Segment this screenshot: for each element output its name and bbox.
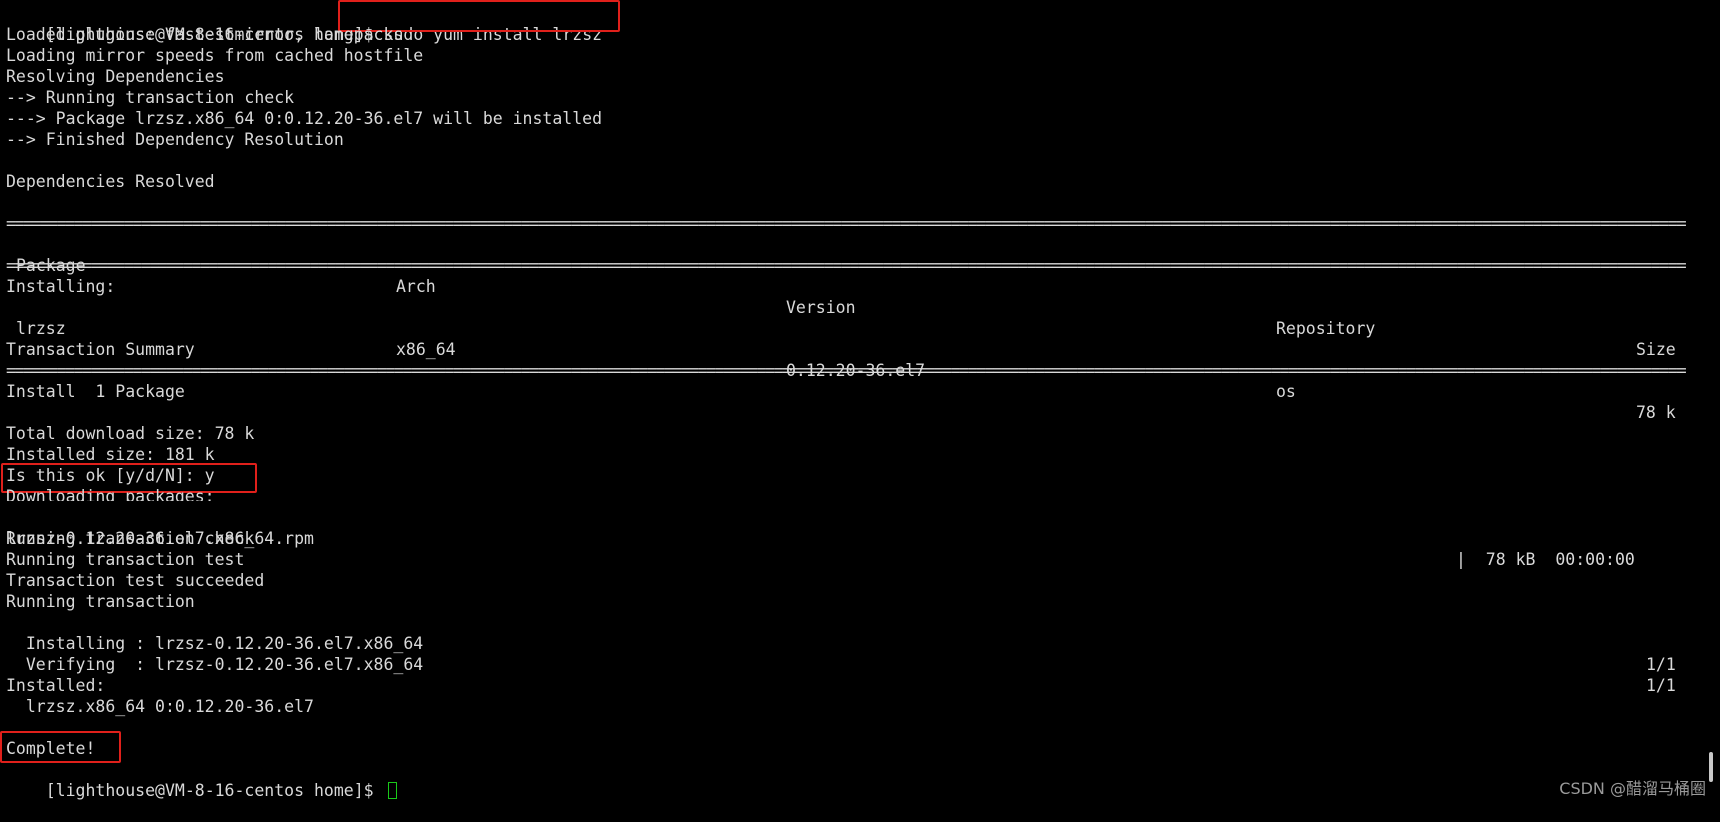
output-line: Loaded plugins: fastestmirror, langpacks	[6, 25, 404, 44]
install-count: Install 1 Package	[6, 382, 185, 401]
table-section-label: Installing:	[6, 277, 116, 296]
installed-label: Installed:	[6, 676, 106, 695]
output-line: Loading mirror speeds from cached hostfi…	[6, 46, 424, 65]
csdn-watermark: CSDN @醋溜马桶圈	[1559, 779, 1706, 798]
output-line: ---> Package lrzsz.x86_64 0:0.12.20-36.e…	[6, 109, 603, 128]
output-line: Resolving Dependencies	[6, 67, 225, 86]
verifying-text: Verifying : lrzsz-0.12.20-36.el7.x86_64	[6, 655, 424, 674]
output-line: Running transaction check	[6, 529, 255, 548]
installed-package: lrzsz.x86_64 0:0.12.20-36.el7	[6, 697, 314, 716]
separator-line: ========================================…	[6, 214, 1686, 233]
text-cursor	[387, 782, 397, 799]
row-package: lrzsz	[16, 319, 66, 338]
total-download-size: Total download size: 78 k	[6, 424, 255, 443]
installing-row: Installing : lrzsz-0.12.20-36.el7.x86_64…	[6, 612, 1686, 674]
table-header-row: Package Arch Version Repository Size	[6, 234, 1686, 359]
output-line: Dependencies Resolved	[6, 172, 215, 191]
row-repository: os	[1276, 382, 1296, 401]
separator-line: ========================================…	[6, 256, 1686, 275]
final-prompt-line[interactable]: [lighthouse@VM-8-16-centos home]$	[6, 759, 397, 800]
output-line: Transaction test succeeded	[6, 571, 265, 590]
summary-label: Transaction Summary	[6, 340, 195, 359]
downloading-label: Downloading packages:	[6, 487, 215, 501]
header-size: Size	[1636, 340, 1676, 359]
installing-count: 1/1	[1646, 655, 1676, 674]
row-size: 78 k	[1636, 403, 1676, 422]
installed-size: Installed size: 181 k	[6, 445, 215, 464]
terminal-window[interactable]: [lighthouse@VM-8-16-centos home]$ sudo y…	[0, 0, 1700, 805]
output-line: --> Running transaction check	[6, 88, 295, 107]
verifying-row: Verifying : lrzsz-0.12.20-36.el7.x86_64 …	[6, 633, 1686, 695]
table-row: lrzsz x86_64 0.12.20-36.el7 os 78 k	[6, 297, 1686, 422]
separator-line: ========================================…	[6, 361, 1686, 380]
output-line: --> Finished Dependency Resolution	[6, 130, 344, 149]
verifying-count: 1/1	[1646, 676, 1676, 695]
scrollbar-thumb[interactable]	[1709, 752, 1713, 782]
vertical-scrollbar[interactable]	[1700, 0, 1720, 805]
output-line: Running transaction	[6, 592, 195, 611]
header-repository: Repository	[1276, 319, 1376, 338]
shell-prompt: [lighthouse@VM-8-16-centos home]$	[45, 781, 384, 800]
header-arch: Arch	[396, 277, 436, 296]
rpm-download-row: lrzsz-0.12.20-36.el7.x86_64.rpm | 78 kB …	[6, 507, 1686, 569]
rpm-progress: | 78 kB 00:00:00	[1456, 550, 1635, 569]
row-arch: x86_64	[396, 340, 456, 359]
output-line: Running transaction test	[6, 550, 245, 569]
